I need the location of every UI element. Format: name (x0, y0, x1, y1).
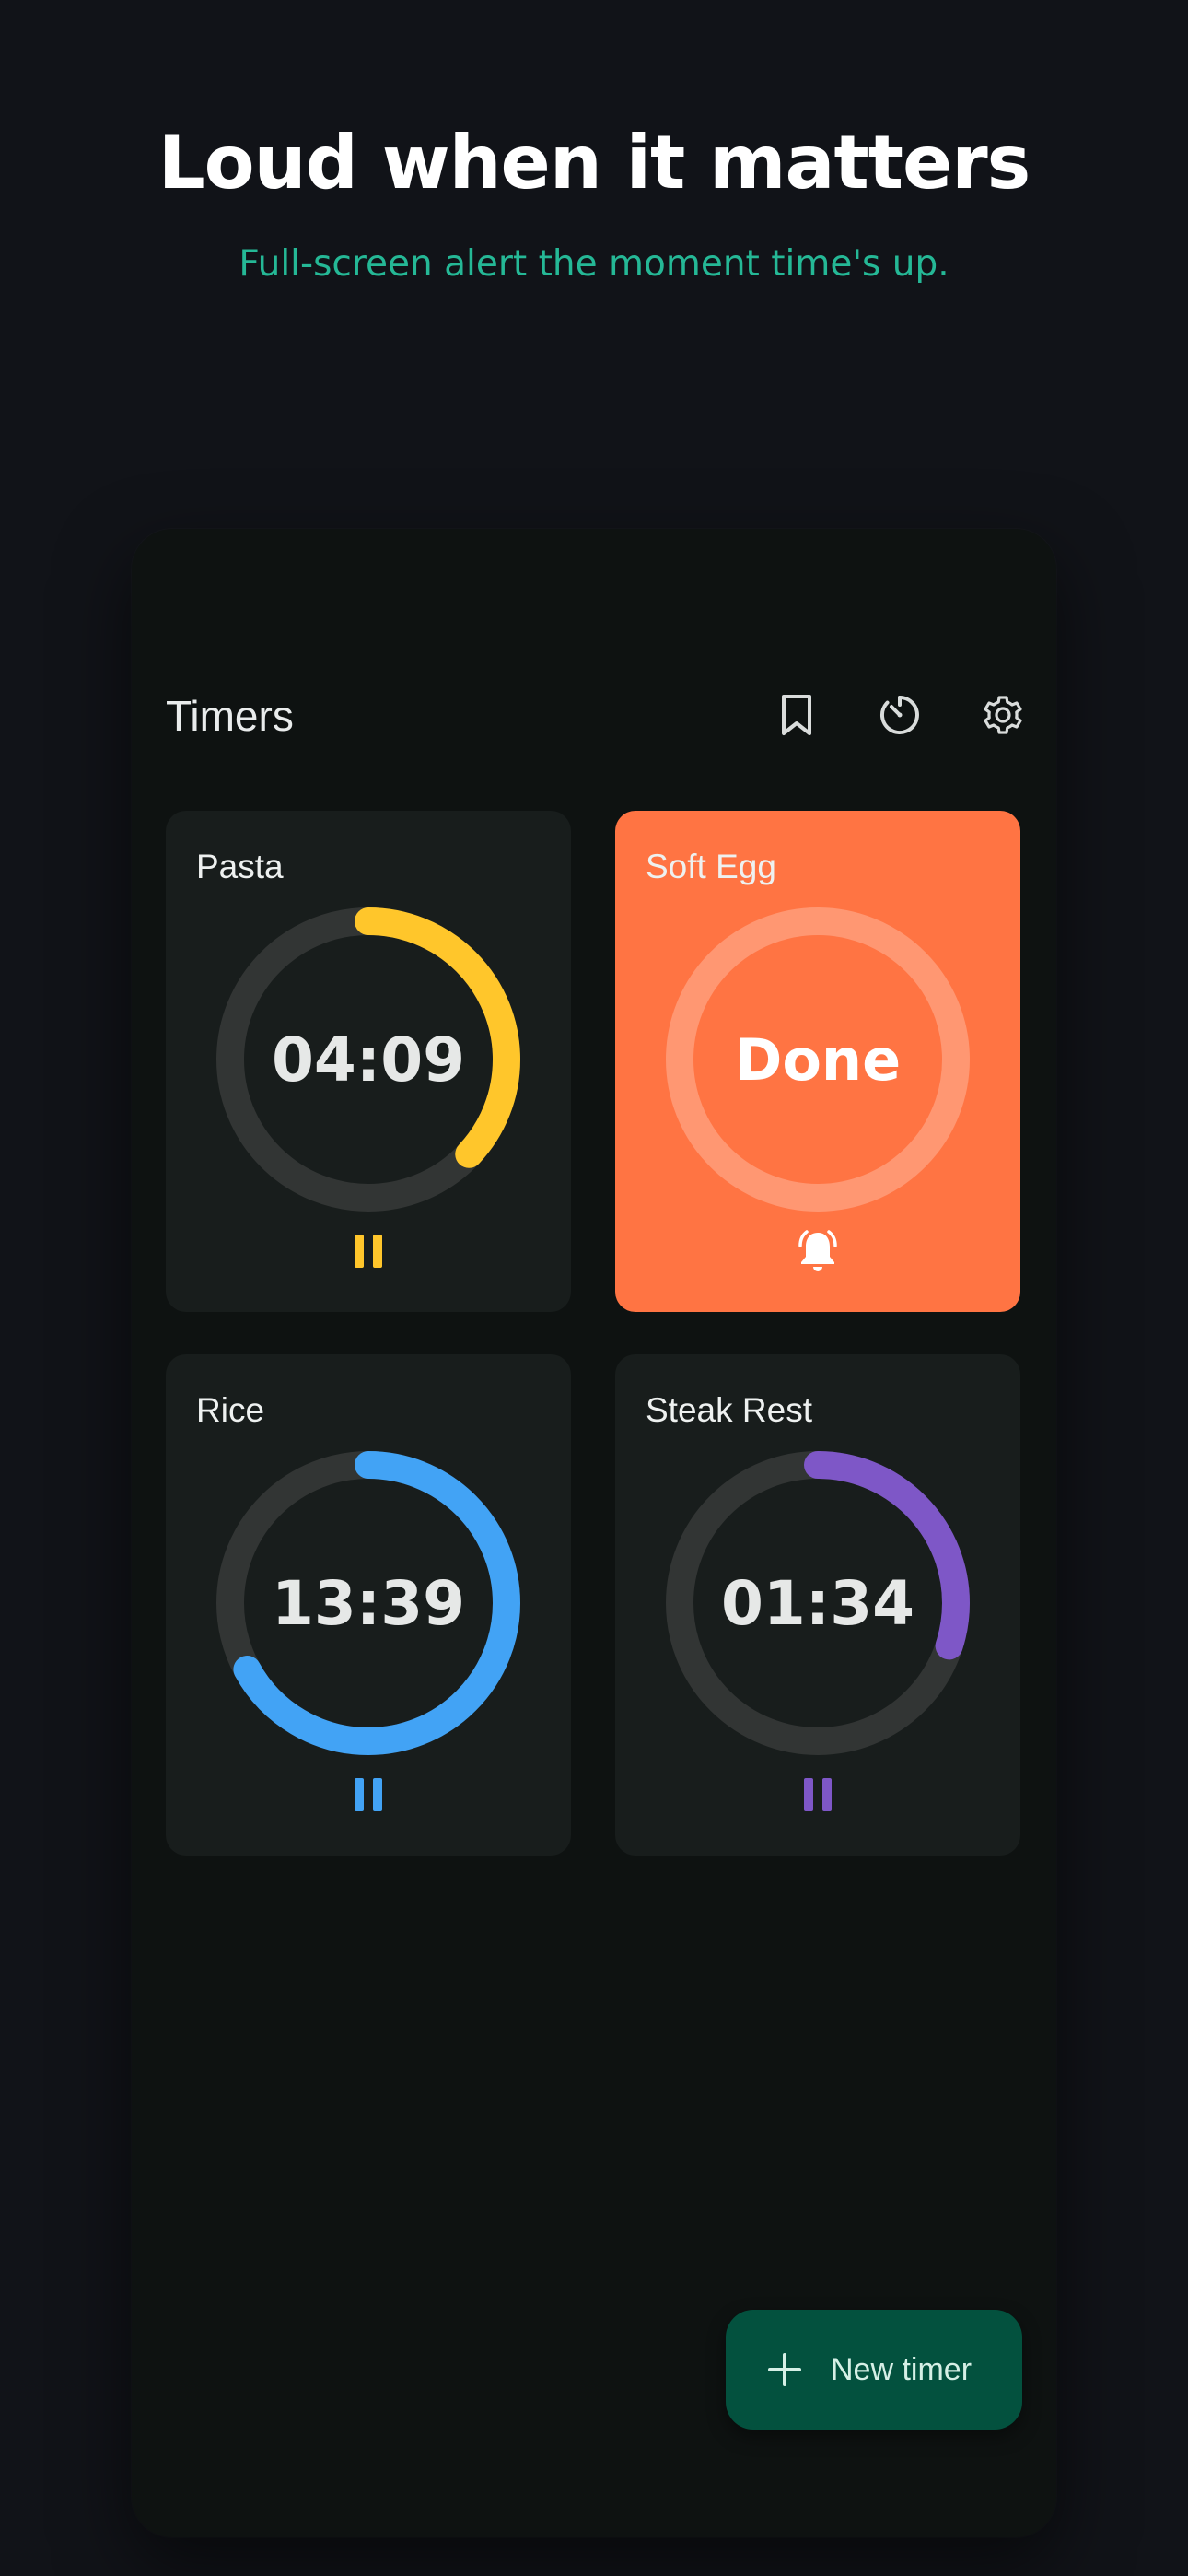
time-remaining: 04:09 (271, 1024, 466, 1095)
time-remaining: 13:39 (271, 1567, 466, 1639)
bookmark-button[interactable] (767, 685, 826, 744)
timer-card-soft-egg[interactable]: Soft Egg Done (615, 811, 1020, 1312)
done-label: Done (734, 1025, 902, 1094)
hero-subtitle: Full-screen alert the moment time's up. (239, 243, 949, 285)
timer-card-steak-rest[interactable]: Steak Rest 01:34 (615, 1354, 1020, 1856)
gear-icon (984, 696, 1022, 734)
phone-screen: Timers Pasta 04:09 Soft Egg Done Rice 13… (132, 529, 1056, 2537)
plus-icon (768, 2353, 801, 2386)
timer-dial-icon (879, 696, 919, 734)
app-title: Timers (166, 692, 294, 740)
timer-card-rice[interactable]: Rice 13:39 (166, 1354, 571, 1856)
pause-button[interactable] (341, 1767, 396, 1822)
timer-card-pasta[interactable]: Pasta 04:09 (166, 811, 571, 1312)
bell-ringing-icon (798, 1230, 837, 1271)
hero-title: Loud when it matters (157, 120, 1031, 205)
timer-name: Steak Rest (646, 1391, 812, 1429)
pause-icon (355, 1235, 382, 1268)
timer-name: Pasta (196, 848, 284, 885)
timer-name: Soft Egg (646, 848, 776, 885)
settings-button[interactable] (973, 685, 1032, 744)
pause-button[interactable] (341, 1224, 396, 1279)
pause-icon (355, 1778, 382, 1811)
pause-icon (804, 1778, 832, 1811)
timer-dial-button[interactable] (870, 685, 929, 744)
time-remaining: 01:34 (720, 1567, 915, 1639)
pause-button[interactable] (790, 1767, 845, 1822)
bookmark-icon (782, 695, 811, 735)
dismiss-alarm-button[interactable] (790, 1224, 845, 1279)
timer-name: Rice (196, 1391, 265, 1429)
new-timer-label: New timer (831, 2351, 973, 2387)
new-timer-button[interactable]: New timer (726, 2310, 1022, 2430)
